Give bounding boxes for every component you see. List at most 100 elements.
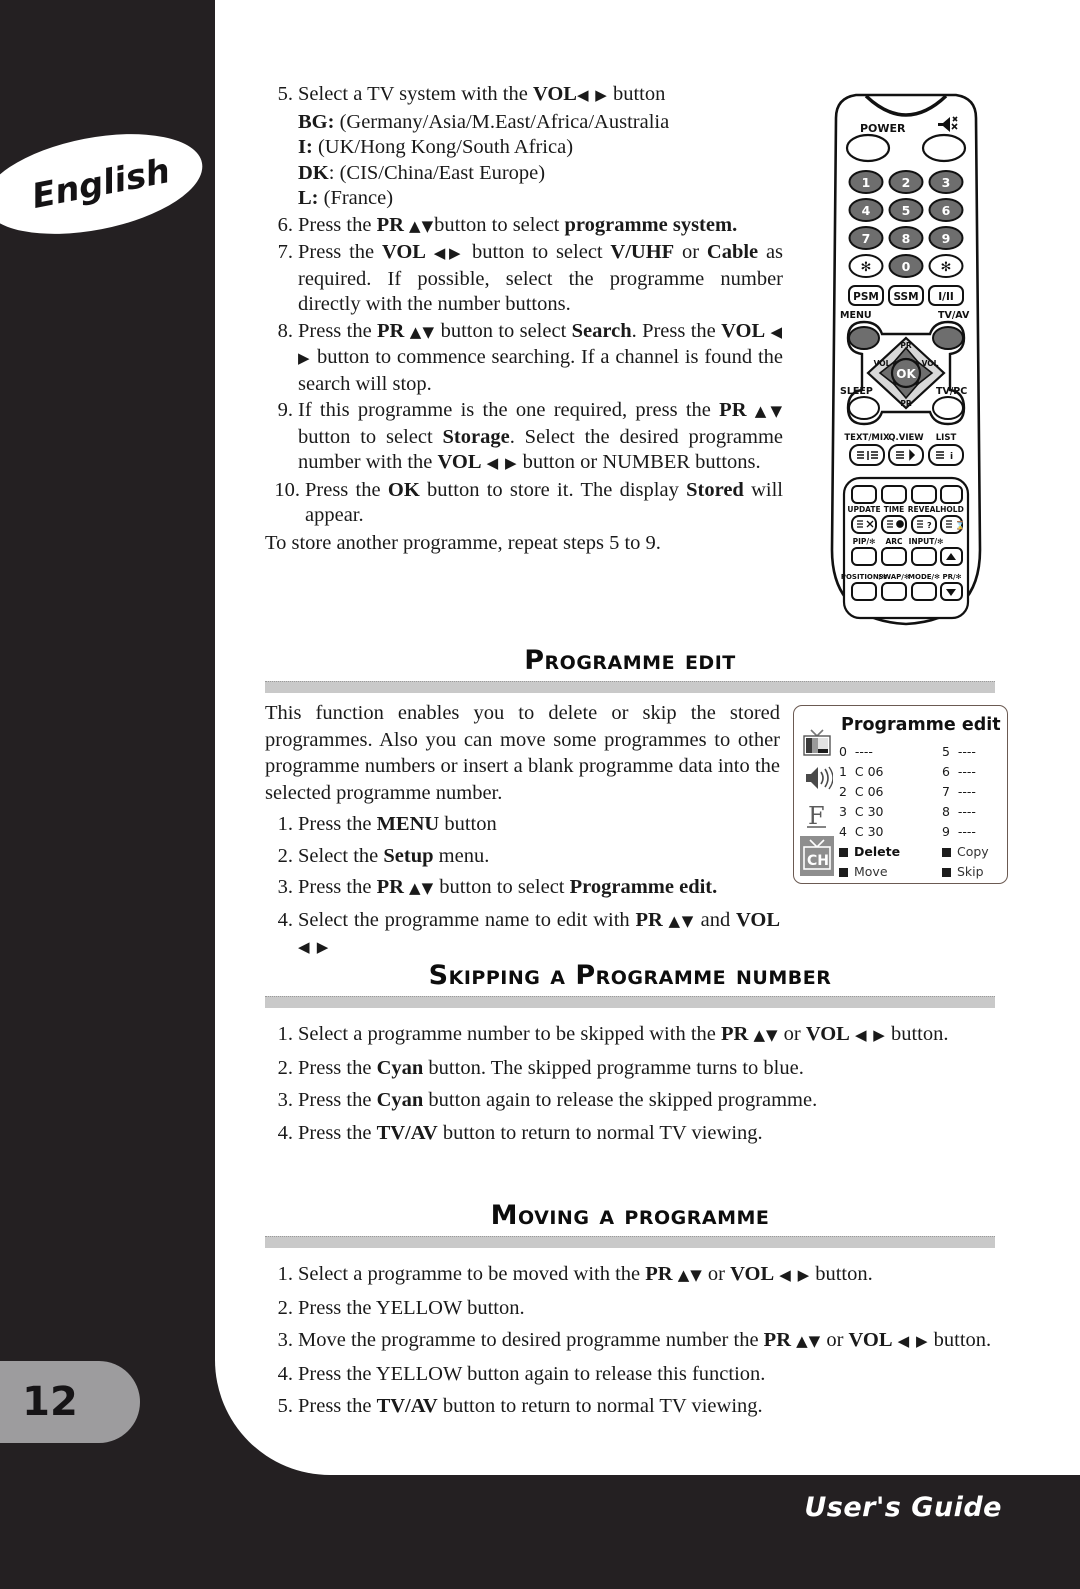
- step-number: 8.: [277, 319, 293, 342]
- svg-text:TV/AV: TV/AV: [938, 310, 970, 321]
- step-number: 2.: [277, 1296, 293, 1319]
- osd-action-label: Delete: [854, 844, 901, 859]
- moving-steps: 1. Select a programme to be moved with t…: [265, 1262, 995, 1420]
- step-number: 6.: [277, 213, 293, 236]
- step-item: 4. Press the TV/AV button to return to n…: [265, 1121, 995, 1147]
- osd-action-skip[interactable]: Skip: [942, 864, 984, 879]
- step-number: 3.: [277, 876, 293, 898]
- osd-row[interactable]: 6 ----: [942, 762, 976, 782]
- osd-row[interactable]: 8 ----: [942, 802, 976, 822]
- svg-text:PR/✻: PR/✻: [943, 573, 962, 581]
- section-title: Moving a programme: [490, 1200, 770, 1231]
- svg-text:TEXT/MIX: TEXT/MIX: [844, 433, 890, 443]
- svg-text:SSM: SSM: [893, 291, 918, 303]
- osd-row[interactable]: 0 ----: [839, 742, 884, 762]
- svg-text:OK: OK: [896, 367, 916, 381]
- svg-text:Q.VIEW: Q.VIEW: [888, 433, 924, 443]
- speaker-icon: [806, 766, 833, 790]
- step-text: Press the TV/AV button to return to norm…: [298, 1121, 763, 1144]
- step-item: 4. Select the programme name to edit wit…: [265, 908, 780, 961]
- osd-title: Programme edit: [841, 715, 1001, 735]
- osd-row-selected[interactable]: 1 C 06: [839, 762, 884, 782]
- section-paragraph: This function enables you to delete or s…: [265, 702, 780, 804]
- section-divider-bar: [265, 681, 995, 693]
- step-number: 10.: [274, 478, 300, 501]
- osd-action-delete[interactable]: Delete: [839, 844, 900, 859]
- step-text: Press the Cyan button. The skipped progr…: [298, 1056, 804, 1079]
- step-text: Select the programme name to edit with P…: [298, 908, 780, 957]
- svg-text:I/II: I/II: [938, 291, 954, 303]
- osd-row[interactable]: 9 ----: [942, 822, 976, 842]
- step-number: 1.: [277, 1023, 293, 1045]
- svg-text:PR: PR: [900, 341, 911, 350]
- svg-text:LIST: LIST: [936, 433, 957, 443]
- delete-marker-icon: [839, 848, 848, 857]
- move-marker-icon: [839, 868, 848, 877]
- svg-text:PIP/✻: PIP/✻: [853, 537, 876, 546]
- tv-system-desc: (Germany/Asia/M.East/Africa/Australia: [339, 110, 670, 133]
- section-title: Programme edit: [524, 645, 736, 676]
- tv-system-desc: (France): [323, 187, 394, 209]
- svg-text:SLEEP: SLEEP: [840, 386, 873, 397]
- step-text: Move the programme to desired programme …: [298, 1329, 992, 1351]
- step-text: Select the Setup menu.: [298, 844, 490, 867]
- step-number: 2.: [277, 844, 293, 867]
- osd-row[interactable]: 7 ----: [942, 782, 976, 802]
- svg-text:MODE/✻: MODE/✻: [908, 573, 940, 581]
- svg-text:PR: PR: [900, 399, 911, 408]
- svg-text:HOLD: HOLD: [940, 505, 964, 514]
- step-item: 3. Move the programme to desired program…: [265, 1328, 995, 1355]
- svg-text:ARC: ARC: [885, 537, 903, 546]
- step-text: Press the VOL ◀▶ button to select V/UHF …: [298, 241, 784, 315]
- channel-ch-icon: CH: [800, 836, 834, 876]
- svg-text:5: 5: [902, 203, 911, 218]
- tv-system-item: BG: (Germany/Asia/M.East/Africa/Australi…: [265, 110, 783, 136]
- step-text: Select a TV system with the VOL◀ ▶ butto…: [298, 83, 666, 105]
- svg-text:1: 1: [862, 175, 871, 190]
- osd-row[interactable]: 2 C 06: [839, 782, 884, 802]
- svg-text:9: 9: [942, 231, 951, 246]
- osd-action-move[interactable]: Move: [839, 864, 888, 879]
- step-item: 4. Press the YELLOW button again to rele…: [265, 1362, 995, 1388]
- svg-text:SWAP/✻: SWAP/✻: [878, 573, 910, 581]
- setup-steps-list: 5. Select a TV system with the VOL◀ ▶ bu…: [265, 82, 783, 109]
- svg-text:3: 3: [942, 175, 951, 190]
- tv-system-code: DK: [298, 161, 329, 184]
- step-number: 1.: [277, 1263, 293, 1285]
- svg-text:TV/PC: TV/PC: [936, 386, 967, 397]
- section-moving-programme: Moving a programme 1. Select a programme…: [265, 1200, 995, 1421]
- step-number: 4.: [277, 908, 293, 931]
- osd-row[interactable]: 5 ----: [942, 742, 976, 762]
- step-text: Press the PR ▲▼ button to select Search.…: [298, 319, 784, 395]
- step-text: Press the MENU button: [298, 813, 497, 835]
- svg-text:?: ?: [927, 521, 932, 530]
- svg-text:POWER: POWER: [860, 122, 906, 135]
- svg-text:VOL: VOL: [922, 359, 939, 368]
- step-item: 9. If this programme is the one required…: [265, 398, 783, 477]
- svg-text:VOL: VOL: [874, 359, 891, 368]
- osd-row[interactable]: 4 C 30: [839, 822, 884, 842]
- svg-text:4: 4: [862, 203, 871, 218]
- tv-system-item: I: (UK/Hong Kong/South Africa): [265, 135, 783, 161]
- osd-action-label: Skip: [957, 864, 984, 879]
- step-number: 1.: [277, 813, 293, 835]
- step-number: 4.: [277, 1121, 293, 1144]
- osd-row[interactable]: 3 C 30: [839, 802, 884, 822]
- svg-text:⌛: ⌛: [955, 520, 965, 530]
- step-text: Press the PR ▲▼button to select programm…: [298, 213, 738, 236]
- osd-action-copy[interactable]: Copy: [942, 844, 989, 859]
- step-number: 2.: [277, 1056, 293, 1079]
- tv-system-item: L: (France): [265, 186, 783, 212]
- step-item: 6. Press the PR ▲▼button to select progr…: [265, 213, 783, 240]
- step-item: 1. Select a programme number to be skipp…: [265, 1022, 995, 1049]
- section-programme-edit: Programme edit: [265, 645, 995, 693]
- svg-text:i: i: [950, 452, 953, 462]
- osd-row-selected-label: 1 C 06: [839, 764, 884, 779]
- section-divider-bar: [265, 1236, 995, 1248]
- svg-text:TIME: TIME: [884, 505, 905, 514]
- footer-users-guide: User's Guide: [804, 1492, 1002, 1523]
- step-item: 2. Press the YELLOW button.: [265, 1296, 995, 1322]
- copy-marker-icon: [942, 848, 951, 857]
- section-title: Skipping a Programme number: [428, 960, 832, 991]
- tv-system-desc: : (CIS/China/East Europe): [328, 161, 546, 184]
